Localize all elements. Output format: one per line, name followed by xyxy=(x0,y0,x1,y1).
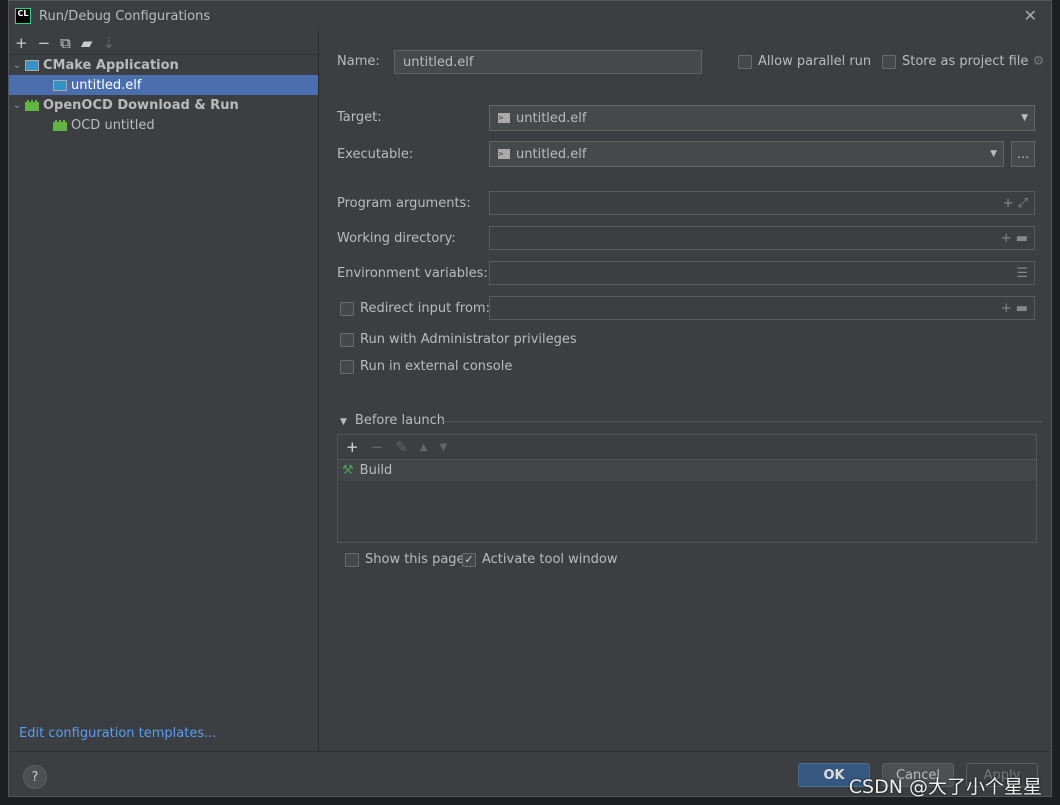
name-label: Name: xyxy=(337,54,380,69)
triangle-down-icon: ▼ xyxy=(340,417,347,427)
redirect-checkbox[interactable]: Redirect input from: xyxy=(340,301,490,316)
minus-icon[interactable]: − xyxy=(38,34,51,52)
list-icon[interactable]: ☰ xyxy=(1016,266,1028,281)
env-vars-input[interactable]: ☰ xyxy=(489,261,1035,285)
activate-tool-checkbox[interactable]: ✓ Activate tool window xyxy=(462,552,617,567)
tree-group-openocd[interactable]: ⌄ OpenOCD Download & Run xyxy=(9,95,318,115)
chip-icon xyxy=(53,119,67,131)
env-label: Environment variables: xyxy=(337,266,488,281)
help-button[interactable]: ? xyxy=(23,765,47,789)
minus-icon[interactable]: − xyxy=(371,438,384,456)
browse-button[interactable]: ... xyxy=(1011,141,1035,167)
list-item[interactable]: ⚒ Build xyxy=(338,460,1036,481)
plus-icon[interactable]: + xyxy=(15,34,28,52)
args-label: Program arguments: xyxy=(337,196,471,211)
title-bar: CL Run/Debug Configurations xyxy=(9,1,1051,31)
before-launch-list: + − ✎ ▲ ▼ ⚒ Build xyxy=(337,434,1037,543)
terminal-icon: > xyxy=(498,149,510,159)
edit-icon[interactable]: ✎ xyxy=(395,438,408,456)
chip-icon xyxy=(25,99,39,111)
clion-logo: CL xyxy=(15,8,31,24)
chevron-down-icon: ▼ xyxy=(1021,113,1028,123)
sort-icon[interactable]: ⇣ xyxy=(102,34,115,52)
hammer-icon: ⚒ xyxy=(342,463,354,478)
redirect-input[interactable]: + ▬ xyxy=(489,296,1035,320)
name-input[interactable]: untitled.elf xyxy=(394,50,702,74)
gear-icon[interactable]: ⚙ xyxy=(1033,54,1045,69)
cmake-app-icon xyxy=(25,59,39,71)
close-icon[interactable]: ✕ xyxy=(1024,6,1037,25)
store-project-checkbox[interactable]: Store as project file ⚙ xyxy=(882,54,1044,69)
divider xyxy=(9,751,1051,752)
chevron-down-icon[interactable]: ⌄ xyxy=(9,100,25,111)
window-title: Run/Debug Configurations xyxy=(39,8,211,24)
config-toolbar: + − ⧉ ▰ ⇣ xyxy=(9,31,318,55)
tree-item-untitled-elf[interactable]: untitled.elf xyxy=(9,75,318,95)
chevron-down-icon[interactable]: ⌄ xyxy=(9,60,25,71)
working-dir-input[interactable]: + ▬ xyxy=(489,226,1035,250)
checkbox xyxy=(340,359,354,374)
folder-icon[interactable]: + ▬ xyxy=(1001,231,1028,246)
checkbox xyxy=(340,332,354,347)
target-label: Target: xyxy=(337,110,382,125)
before-launch-toggle[interactable]: ▼ Before launch xyxy=(340,413,445,428)
checkbox xyxy=(738,54,752,69)
config-sidebar: + − ⧉ ▰ ⇣ ⌄ CMake Application untitled.el… xyxy=(9,31,319,751)
folder-icon[interactable]: + ▬ xyxy=(1001,301,1028,316)
program-args-input[interactable]: + ⤢ xyxy=(489,191,1035,215)
copy-icon[interactable]: ⧉ xyxy=(60,34,71,52)
plus-expand-icons[interactable]: + ⤢ xyxy=(1003,196,1028,211)
executable-label: Executable: xyxy=(337,147,414,162)
folder-add-icon[interactable]: ▰ xyxy=(81,34,93,52)
chevron-down-icon: ▼ xyxy=(990,149,997,159)
cmake-app-icon xyxy=(53,79,67,91)
checkbox xyxy=(882,54,896,69)
admin-checkbox[interactable]: Run with Administrator privileges xyxy=(340,332,577,347)
arrow-down-icon[interactable]: ▼ xyxy=(439,442,447,453)
edit-templates-link[interactable]: Edit configuration templates... xyxy=(19,726,217,741)
show-page-checkbox[interactable]: Show this page xyxy=(345,552,465,567)
allow-parallel-checkbox[interactable]: Allow parallel run xyxy=(738,54,871,69)
run-debug-dialog: CL Run/Debug Configurations ✕ + − ⧉ ▰ ⇣ … xyxy=(8,0,1052,797)
watermark: CSDN @大了小个星星 xyxy=(848,776,1042,798)
divider xyxy=(442,421,1043,422)
check-icon: ✓ xyxy=(462,552,476,567)
checkbox xyxy=(345,552,359,567)
executable-select[interactable]: > untitled.elf ▼ xyxy=(489,141,1004,167)
tree-group-cmake[interactable]: ⌄ CMake Application xyxy=(9,55,318,75)
config-form: Name: untitled.elf Allow parallel run St… xyxy=(320,31,1051,751)
arrow-up-icon[interactable]: ▲ xyxy=(420,442,428,453)
terminal-icon: > xyxy=(498,113,510,123)
target-select[interactable]: > untitled.elf ▼ xyxy=(489,105,1035,131)
config-tree: ⌄ CMake Application untitled.elf ⌄ OpenOCD… xyxy=(9,55,318,135)
external-console-checkbox[interactable]: Run in external console xyxy=(340,359,512,374)
workdir-label: Working directory: xyxy=(337,231,456,246)
plus-icon[interactable]: + xyxy=(346,438,359,456)
tree-item-ocd-untitled[interactable]: OCD untitled xyxy=(9,115,318,135)
checkbox xyxy=(340,301,354,316)
